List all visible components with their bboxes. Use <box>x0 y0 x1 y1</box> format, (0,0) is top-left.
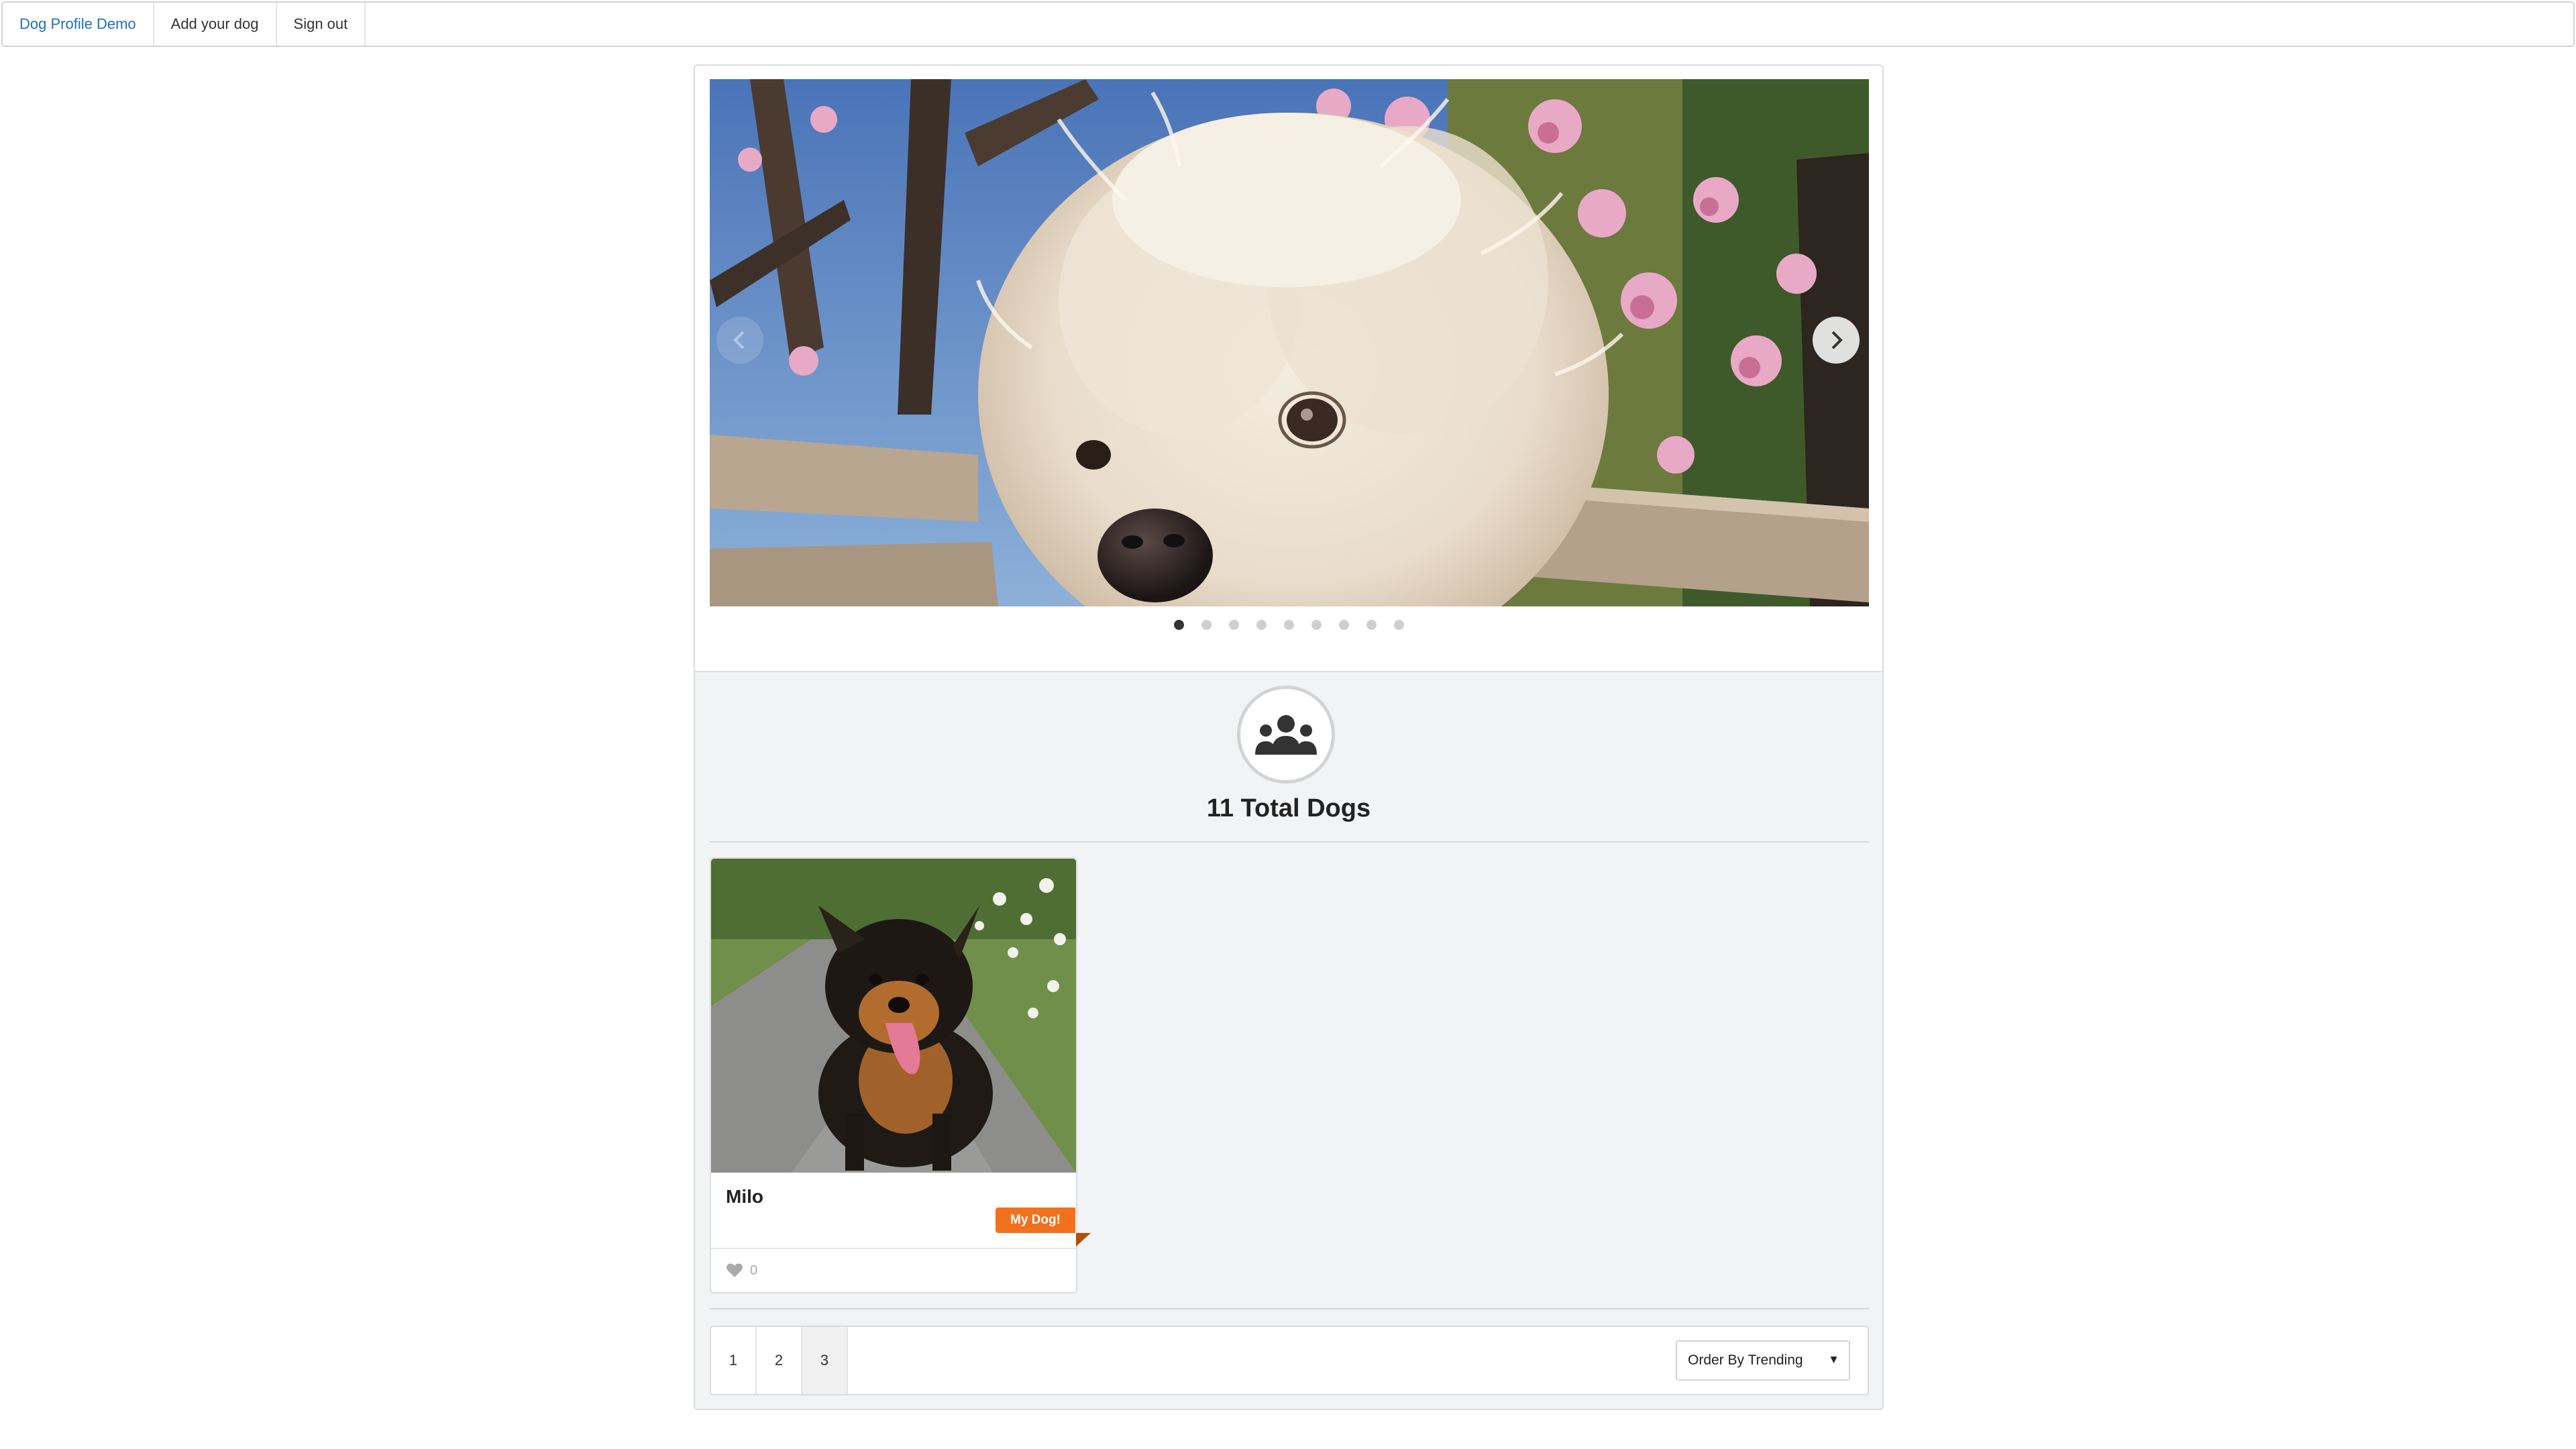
main-card: 11 Total Dogs Milo My Dog! 0 1 2 3 Order… <box>694 64 1884 1410</box>
chevron-right-icon <box>1831 331 1843 350</box>
users-icon <box>1237 686 1335 784</box>
carousel-dot[interactable] <box>1311 620 1322 630</box>
dog-name: Milo <box>726 1186 763 1207</box>
caret-down-icon: ▼ <box>1828 1353 1839 1366</box>
carousel-section <box>695 66 1882 672</box>
top-nav: Dog Profile Demo Add your dog Sign out <box>1 1 2575 47</box>
divider <box>710 841 1869 843</box>
nav-brand-link[interactable]: Dog Profile Demo <box>3 3 154 46</box>
ribbon-fold <box>1076 1233 1091 1246</box>
heart-icon[interactable] <box>726 1263 743 1279</box>
carousel-dot[interactable] <box>1228 620 1239 630</box>
page-2[interactable]: 2 <box>757 1327 802 1394</box>
carousel-dot[interactable] <box>1173 620 1184 630</box>
divider <box>710 1308 1869 1309</box>
carousel-dot[interactable] <box>1338 620 1349 630</box>
like-count: 0 <box>750 1263 758 1278</box>
dog-hero-photo <box>710 79 1869 606</box>
nav-sign-out-link[interactable]: Sign out <box>277 3 366 46</box>
carousel-dots <box>695 620 1882 630</box>
carousel-next-button[interactable] <box>1813 317 1860 364</box>
carousel-image <box>710 79 1869 606</box>
carousel-prev-button[interactable] <box>716 317 763 364</box>
dog-card[interactable]: Milo My Dog! 0 <box>710 857 1091 1293</box>
pagination-bar: 1 2 3 Order By Trending ▼ <box>710 1326 1869 1395</box>
card-footer: 0 <box>711 1248 1076 1292</box>
sort-dropdown[interactable]: Order By Trending ▼ <box>1676 1340 1850 1381</box>
chevron-left-icon <box>733 331 745 350</box>
carousel-dot[interactable] <box>1201 620 1212 630</box>
total-dogs-heading: 11 Total Dogs <box>1206 794 1371 822</box>
dog-photo <box>711 859 1076 1173</box>
pagination: 1 2 3 <box>711 1327 848 1394</box>
page-1[interactable]: 1 <box>711 1327 757 1394</box>
carousel-dot[interactable] <box>1366 620 1377 630</box>
my-dog-badge: My Dog! <box>996 1208 1075 1233</box>
carousel-dot[interactable] <box>1256 620 1267 630</box>
nav-add-dog-link[interactable]: Add your dog <box>154 3 277 46</box>
carousel-dot[interactable] <box>1283 620 1294 630</box>
sort-selected: Order By Trending <box>1688 1352 1803 1368</box>
carousel-dot[interactable] <box>1393 620 1404 630</box>
page-3[interactable]: 3 <box>802 1327 848 1394</box>
